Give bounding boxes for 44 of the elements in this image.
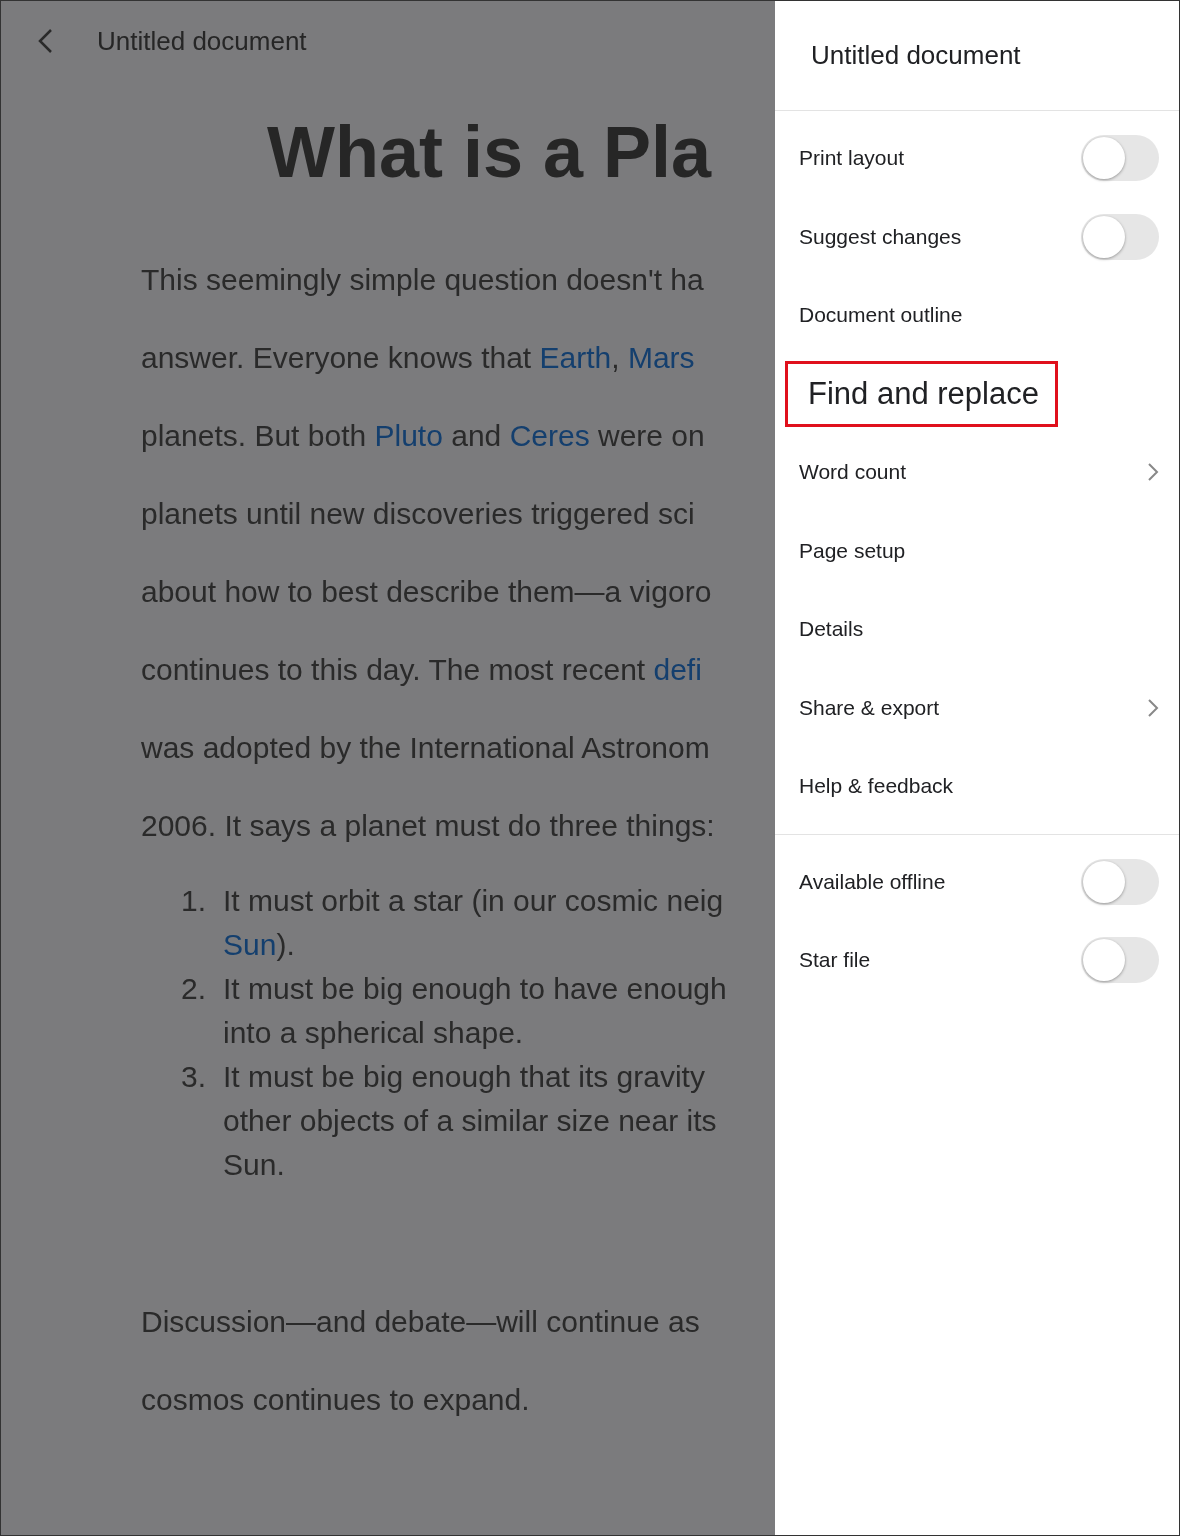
text-line: about how to best describe them—a vigoro [141, 574, 713, 610]
text-line: It must orbit a star (in our cosmic neig [223, 883, 724, 919]
menu-item[interactable]: Print layout [799, 146, 905, 171]
menu-item[interactable]: Help & feedback [799, 774, 954, 799]
menu-item[interactable]: Share & export [799, 695, 940, 720]
document-heading: What is a Pla [267, 111, 713, 193]
toggle-switch[interactable] [1081, 213, 1159, 260]
text: ). [276, 928, 295, 961]
text-line: This seemingly simple question doesn't ha [141, 262, 705, 298]
chevron-right-icon [1147, 462, 1159, 483]
text-line: into a spherical shape. [223, 1015, 525, 1051]
text-line: planets until new discoveries triggered sci [141, 496, 696, 532]
list-number: 1. [181, 883, 208, 919]
text-line: It must be big enough to have enough [223, 971, 727, 1007]
text: were on [597, 419, 705, 452]
toggle-switch[interactable] [1081, 937, 1159, 984]
menu-item[interactable]: Suggest changes [799, 224, 962, 249]
menu-item[interactable]: Document outline [799, 303, 963, 328]
menu-item[interactable]: Star file [799, 948, 871, 973]
text: , [611, 341, 621, 374]
toggle-switch[interactable] [1081, 135, 1159, 182]
list-number: 2. [181, 971, 208, 1007]
menu-item[interactable]: Page setup [799, 538, 906, 563]
text-line: was adopted by the International Astronom [141, 730, 711, 766]
chevron-right-icon [1147, 697, 1159, 718]
text: and [450, 419, 503, 452]
menu-item[interactable]: Details [799, 617, 864, 642]
text-line: Discussion—and debate—will continue as [141, 1304, 701, 1340]
text-line: Sun. [223, 1147, 286, 1183]
text: answer. Everyone knows that [141, 341, 533, 374]
back-icon[interactable] [37, 28, 53, 54]
text-line: 2006. It says a planet must do three things: [141, 808, 716, 844]
document-title: Untitled document [97, 25, 307, 57]
text: planets. But both [141, 419, 368, 452]
list-number: 3. [181, 1059, 208, 1095]
text-line: cosmos continues to expand. [141, 1382, 531, 1418]
text-line: other objects of a similar size near its [223, 1103, 717, 1139]
menu-item[interactable]: Word count [799, 460, 906, 485]
menu-item[interactable]: Find and replace [785, 360, 1058, 427]
menu-title: Untitled document [811, 40, 1021, 71]
toggle-switch[interactable] [1081, 858, 1159, 905]
text: continues to this day. The most recent [141, 653, 647, 686]
text-line: It must be big enough that its gravity [223, 1059, 706, 1095]
menu-item[interactable]: Available offline [799, 869, 946, 894]
